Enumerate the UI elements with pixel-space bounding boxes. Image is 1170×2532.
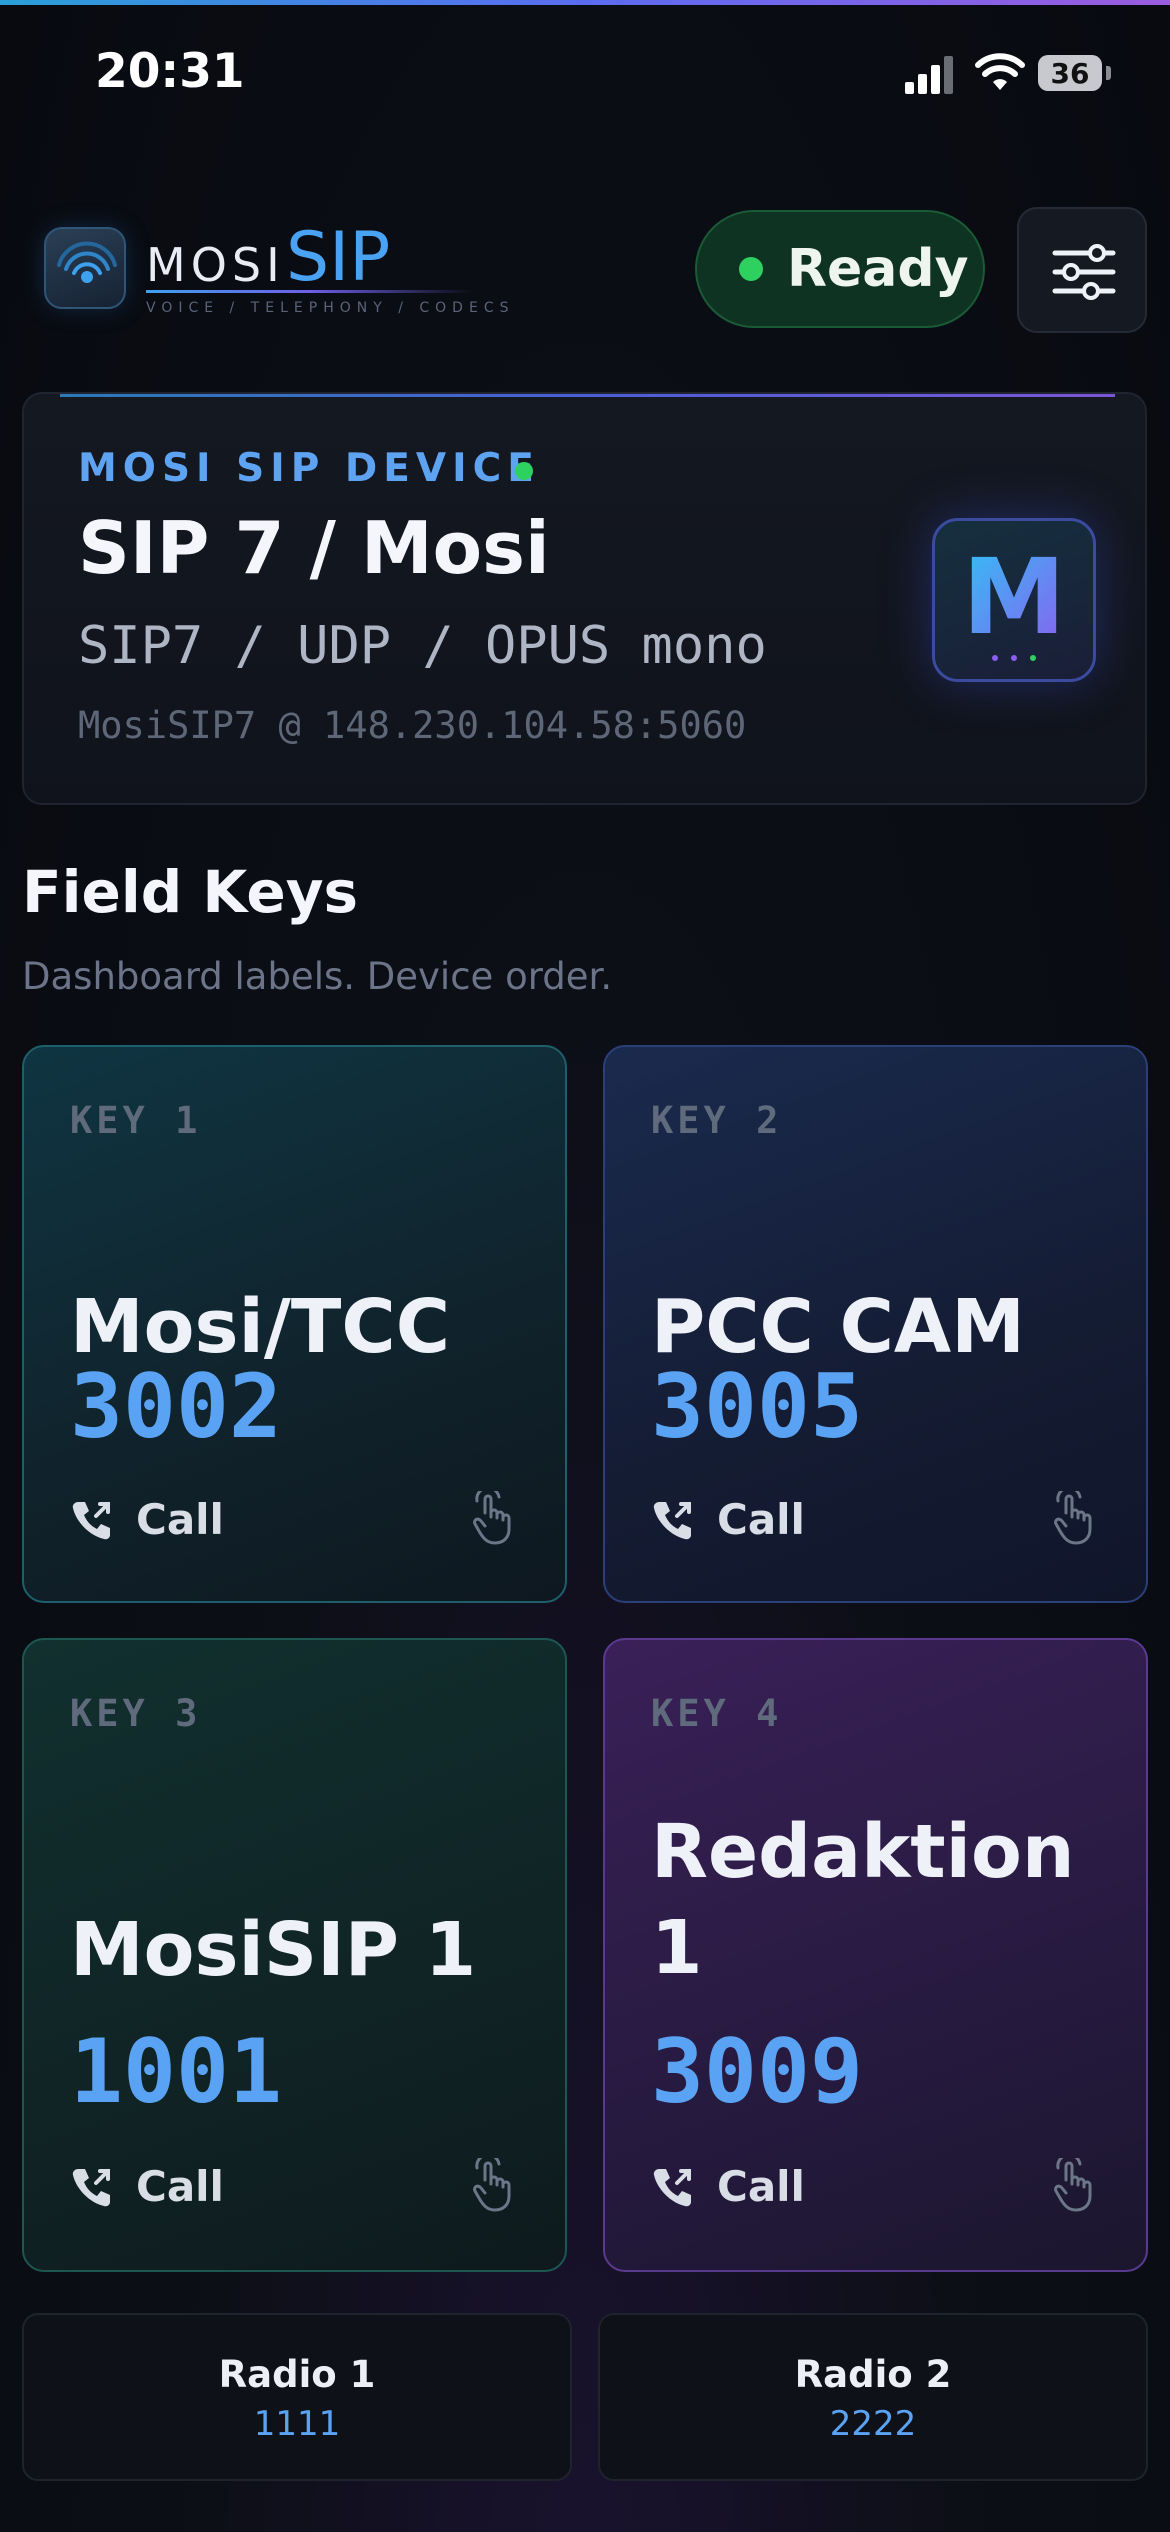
key-card-3[interactable]: KEY 3 MosiSIP 1 1001 Call — [22, 1638, 567, 2272]
status-dot — [739, 257, 763, 281]
status-time: 20:31 — [95, 44, 245, 99]
key-label: KEY 4 — [651, 1692, 783, 1735]
key-number: 1001 — [70, 2020, 282, 2123]
battery-cap — [1106, 66, 1111, 80]
key-number: 3005 — [651, 1355, 863, 1458]
brand-tagline: VOICE / TELEPHONY / CODECS — [146, 300, 515, 316]
battery-icon: 36 — [1038, 55, 1102, 91]
section-subtitle: Dashboard labels. Device order. — [22, 955, 613, 998]
tap-hand-icon — [1054, 2158, 1092, 2212]
quick-key-name: Radio 2 — [794, 2353, 952, 2396]
call-label: Call — [717, 2162, 805, 2211]
quick-key-number: 2222 — [829, 2404, 917, 2444]
device-eyebrow: MOSI SIP DEVICE — [78, 446, 540, 491]
brand-main: SIP — [286, 218, 391, 297]
device-protocol: SIP7 / UDP / OPUS mono — [78, 616, 767, 676]
brand-prefix: MOSI — [146, 238, 285, 292]
key-label: KEY 3 — [70, 1692, 202, 1735]
wifi-icon — [975, 53, 1025, 90]
device-title: SIP 7 / Mosi — [78, 506, 550, 590]
phone-outgoing-icon — [653, 2168, 691, 2206]
call-label: Call — [136, 1495, 224, 1544]
settings-button[interactable] — [1017, 207, 1147, 333]
status-label: Ready — [787, 239, 969, 299]
key-card-2[interactable]: KEY 2 PCC CAM 3005 Call — [603, 1045, 1148, 1603]
phone-outgoing-icon — [72, 1501, 110, 1539]
tap-hand-icon — [473, 2158, 511, 2212]
quick-key-number: 1111 — [253, 2404, 341, 2444]
key-card-4[interactable]: KEY 4 Redaktion 1 3009 Call — [603, 1638, 1148, 2272]
device-avatar: M — [932, 518, 1096, 682]
phone-outgoing-icon — [653, 1501, 691, 1539]
quick-key-radio-2[interactable]: Radio 2 2222 — [598, 2313, 1148, 2481]
call-action[interactable]: Call — [70, 1495, 224, 1544]
key-card-1[interactable]: KEY 1 Mosi/TCC 3002 Call — [22, 1045, 567, 1603]
key-label: KEY 1 — [70, 1099, 202, 1142]
key-number: 3009 — [651, 2020, 863, 2123]
app-logo — [44, 227, 126, 309]
brand-underline — [146, 290, 472, 293]
tap-hand-icon — [473, 1491, 511, 1545]
quick-key-radio-1[interactable]: Radio 1 1111 — [22, 2313, 572, 2481]
device-avatar-letter: M — [962, 536, 1066, 658]
tap-hand-icon — [1054, 1491, 1092, 1545]
key-label: KEY 2 — [651, 1099, 783, 1142]
quick-key-name: Radio 1 — [218, 2353, 376, 2396]
call-action[interactable]: Call — [651, 2162, 805, 2211]
device-card[interactable]: MOSI SIP DEVICE SIP 7 / Mosi SIP7 / UDP … — [22, 392, 1147, 805]
call-action[interactable]: Call — [651, 1495, 805, 1544]
sliders-icon — [1052, 244, 1116, 300]
device-online-dot — [515, 462, 533, 480]
phone-outgoing-icon — [72, 2168, 110, 2206]
device-card-accent — [60, 394, 1115, 397]
key-name: MosiSIP 1 — [70, 1907, 477, 1993]
status-bar: 20:31 36 — [0, 0, 1170, 150]
call-label: Call — [717, 1495, 805, 1544]
call-action[interactable]: Call — [70, 2162, 224, 2211]
cellular-signal-icon — [905, 54, 955, 94]
device-avatar-glyph: M — [962, 536, 1066, 661]
status-badge[interactable]: Ready — [695, 210, 985, 328]
signal-waves-icon — [57, 241, 117, 283]
call-label: Call — [136, 2162, 224, 2211]
key-name: Redaktion 1 — [651, 1809, 1075, 1991]
section-title: Field Keys — [22, 858, 359, 926]
key-number: 3002 — [70, 1355, 282, 1458]
device-address: MosiSIP7 @ 148.230.104.58:5060 — [78, 704, 747, 747]
